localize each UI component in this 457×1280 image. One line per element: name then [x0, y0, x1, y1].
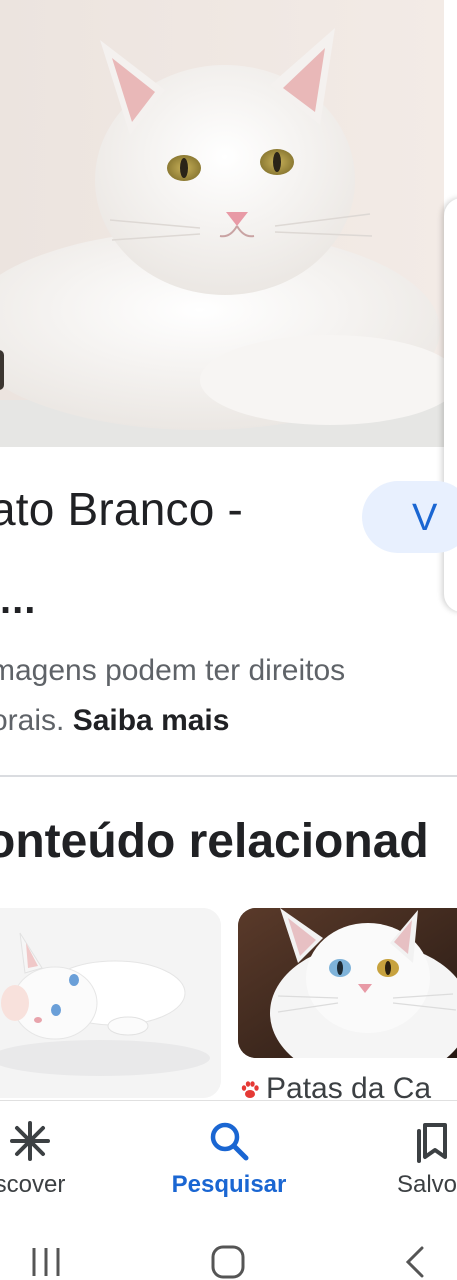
result-title-continuation: ...: [0, 578, 37, 622]
notice-line-2: orais. Saiba mais: [0, 696, 457, 746]
back-icon[interactable]: [398, 1244, 434, 1280]
recent-apps-icon[interactable]: [28, 1244, 64, 1280]
odd-eyed-white-cat-image: [238, 908, 457, 1058]
discover-asterisk-icon: [10, 1121, 50, 1161]
nav-discover-label: scover: [0, 1171, 66, 1198]
learn-more-link[interactable]: Saiba mais: [73, 704, 230, 737]
nav-discover[interactable]: scover: [0, 1119, 100, 1199]
nav-search[interactable]: Pesquisar: [159, 1119, 299, 1199]
system-navigation-bar: [0, 1216, 457, 1280]
home-icon[interactable]: [210, 1244, 246, 1280]
result-title[interactable]: ato Branco -: [0, 482, 360, 536]
notice-line-2-prefix: orais.: [0, 704, 65, 737]
lying-white-kitten-image: [0, 908, 221, 1098]
search-icon: [210, 1122, 249, 1161]
nav-saved-label: Salvos: [396, 1171, 457, 1198]
related-card-1[interactable]: [0, 908, 221, 1098]
bookmarks-icon: [417, 1123, 447, 1163]
section-divider: [0, 775, 457, 777]
image-viewer-page: ato Branco - ... V magens podem ter dire…: [0, 0, 457, 1280]
notice-line-1: magens podem ter direitos: [0, 654, 346, 687]
copyright-notice: magens podem ter direitos orais. Saiba m…: [0, 646, 457, 746]
nav-search-label: Pesquisar: [171, 1171, 287, 1198]
white-cat-photo: [0, 0, 444, 447]
related-card-2[interactable]: [238, 908, 457, 1058]
visit-button[interactable]: V: [362, 481, 457, 553]
nav-saved[interactable]: Salvos: [378, 1119, 457, 1199]
bottom-navigation: scover Pesquisar Salvos: [0, 1100, 457, 1216]
hero-image-white-cat[interactable]: [0, 0, 444, 447]
related-content-heading: onteúdo relacionad: [0, 815, 429, 868]
paw-icon: [241, 1081, 259, 1099]
